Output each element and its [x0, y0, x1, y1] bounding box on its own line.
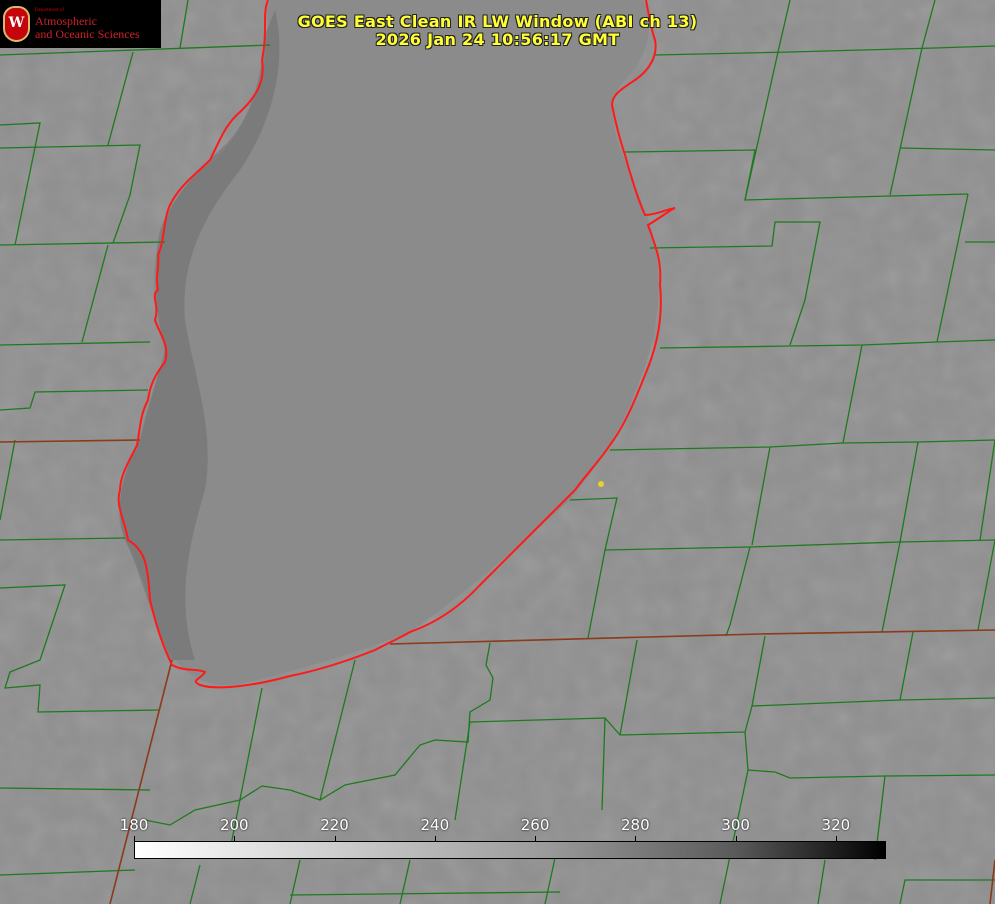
colorbar: [134, 841, 886, 859]
colorbar-tick-label: 200: [219, 816, 249, 834]
uw-seal-icon: W: [3, 6, 30, 42]
colorbar-tick-label: 320: [821, 816, 851, 834]
colorbar-tick-label: 260: [520, 816, 550, 834]
colorbar-tick-mark: [134, 836, 135, 842]
colorbar-tick-mark: [535, 836, 537, 842]
colorbar-tick-mark: [434, 836, 436, 842]
colorbar-tick-mark: [835, 836, 837, 842]
satellite-map[interactable]: [0, 0, 995, 904]
colorbar-tick-label: 240: [420, 816, 450, 834]
location-marker: [598, 481, 604, 487]
colorbar-tick-mark: [334, 836, 336, 842]
colorbar-tick-label: 300: [721, 816, 750, 834]
colorbar-tick-mark: [234, 836, 236, 842]
logo-dept-text: Department of: [35, 8, 65, 13]
logo-line-2: and Oceanic Sciences: [35, 27, 140, 41]
colorbar-tick-label: 220: [320, 816, 349, 834]
colorbar-tick-mark: [635, 836, 637, 842]
aos-logo: W Department of Atmospheric and Oceanic …: [0, 0, 161, 48]
colorbar-tick-mark: [735, 836, 737, 842]
colorbar-tick-label: 180: [119, 816, 149, 834]
colorbar-tick-label: 280: [621, 816, 650, 834]
